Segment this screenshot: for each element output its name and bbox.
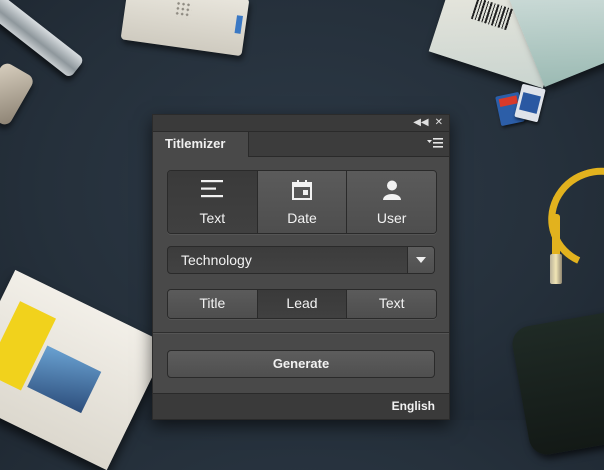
cable-decoration-2 <box>552 214 560 258</box>
source-user-label: User <box>376 210 407 226</box>
panel-footer: English <box>153 393 449 419</box>
cable-decoration <box>534 153 604 283</box>
category-dropdown[interactable]: Technology <box>167 246 435 274</box>
collapse-icon[interactable]: ◀◀ <box>413 115 428 131</box>
lines-icon <box>201 180 224 201</box>
panel-divider <box>153 332 449 333</box>
titlemizer-panel: ◀◀ ✕ Titlemizer Text Date User Technolog… <box>152 114 450 420</box>
field-selector: Title Lead Text <box>167 289 437 319</box>
dropdown-arrow[interactable] <box>407 247 434 273</box>
plug-decoration <box>550 254 562 284</box>
source-date-button[interactable]: Date <box>257 171 348 233</box>
language-selector[interactable]: English <box>392 399 435 413</box>
chevron-down-icon <box>416 257 426 263</box>
field-lead-button[interactable]: Lead <box>257 290 348 318</box>
close-icon[interactable]: ✕ <box>435 115 443 131</box>
clip-decoration <box>0 60 36 128</box>
keyfob-decoration <box>120 0 250 57</box>
user-icon <box>382 180 401 203</box>
source-selector: Text Date User <box>167 170 437 234</box>
category-value: Technology <box>181 252 252 268</box>
source-date-label: Date <box>287 210 317 226</box>
field-title-button[interactable]: Title <box>168 290 258 318</box>
magazine-decoration <box>0 269 169 470</box>
panel-menu-icon[interactable] <box>427 137 443 149</box>
generate-button[interactable]: Generate <box>167 350 435 378</box>
tab-titlemizer[interactable]: Titlemizer <box>153 132 249 157</box>
sd-card-decoration-2 <box>514 83 546 123</box>
device-decoration <box>509 308 604 458</box>
panel-titlebar: ◀◀ ✕ <box>153 115 449 132</box>
source-text-button[interactable]: Text <box>168 171 258 233</box>
field-text-button[interactable]: Text <box>347 290 436 318</box>
source-user-button[interactable]: User <box>347 171 436 233</box>
source-text-label: Text <box>199 210 226 226</box>
panel-tab-row: Titlemizer <box>153 132 449 157</box>
calendar-icon <box>292 180 312 203</box>
